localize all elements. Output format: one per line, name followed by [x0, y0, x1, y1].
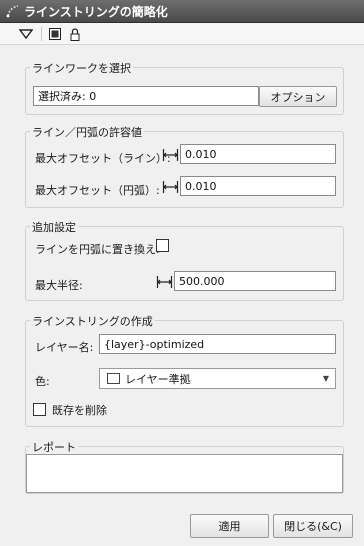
window-title: ラインストリングの簡略化: [24, 4, 168, 19]
close-button[interactable]: 閉じる(&C): [273, 514, 353, 538]
replace-arcs-checkbox[interactable]: [156, 239, 169, 252]
create-linestring-group: ラインストリングの作成 レイヤー名: 色: レイヤー準拠 ▼ 既存を削除: [25, 313, 344, 427]
linework-group: ラインワークを選択 オプション: [25, 60, 344, 115]
apply-button[interactable]: 適用: [190, 514, 269, 538]
linestring-app-icon: [6, 5, 19, 18]
title-bar[interactable]: ラインストリングの簡略化: [0, 0, 364, 23]
additional-settings-title: 追加設定: [30, 219, 78, 235]
linework-group-title: ラインワークを選択: [30, 60, 133, 76]
distance-pick-icon[interactable]: [156, 275, 173, 289]
color-select-value: レイヤー準拠: [125, 372, 191, 386]
layer-name-label: レイヤー名:: [35, 341, 94, 354]
chevron-down-icon: ▼: [322, 374, 329, 383]
max-radius-input[interactable]: [174, 271, 336, 291]
line-offset-input[interactable]: [180, 144, 336, 164]
options-button[interactable]: オプション: [259, 86, 337, 107]
toolbar-separator: [41, 27, 42, 41]
distance-pick-icon[interactable]: [162, 148, 179, 162]
distance-pick-icon[interactable]: [162, 180, 179, 194]
tolerance-group-title: ライン／円弧の許容値: [30, 124, 144, 140]
arc-offset-input[interactable]: [180, 176, 336, 196]
screen-icon[interactable]: [48, 26, 62, 42]
color-label: 色:: [35, 375, 50, 388]
additional-settings-group: 追加設定 ラインを円弧に置き換え: 最大半径:: [25, 219, 344, 301]
line-offset-label: 最大オフセット（ライン）:: [35, 152, 171, 165]
selection-field[interactable]: [33, 86, 259, 106]
color-swatch: [107, 373, 120, 384]
report-group: レポート: [25, 439, 344, 494]
report-textarea[interactable]: [26, 454, 343, 493]
menu-triangle-icon[interactable]: [16, 26, 36, 42]
color-select[interactable]: レイヤー準拠 ▼: [99, 368, 336, 389]
tolerance-group: ライン／円弧の許容値 最大オフセット（ライン）: 最大オフセット（円弧）:: [25, 124, 344, 208]
delete-existing-checkbox[interactable]: [33, 403, 46, 416]
delete-existing-label: 既存を削除: [52, 404, 107, 417]
create-linestring-title: ラインストリングの作成: [30, 313, 155, 329]
max-radius-label: 最大半径:: [35, 279, 83, 292]
report-title: レポート: [30, 439, 78, 455]
toolbar: [0, 23, 364, 45]
arc-offset-label: 最大オフセット（円弧）:: [35, 184, 160, 197]
lock-icon[interactable]: [68, 26, 82, 42]
replace-arcs-label: ラインを円弧に置き換え:: [35, 243, 160, 256]
layer-name-input[interactable]: [99, 334, 336, 354]
